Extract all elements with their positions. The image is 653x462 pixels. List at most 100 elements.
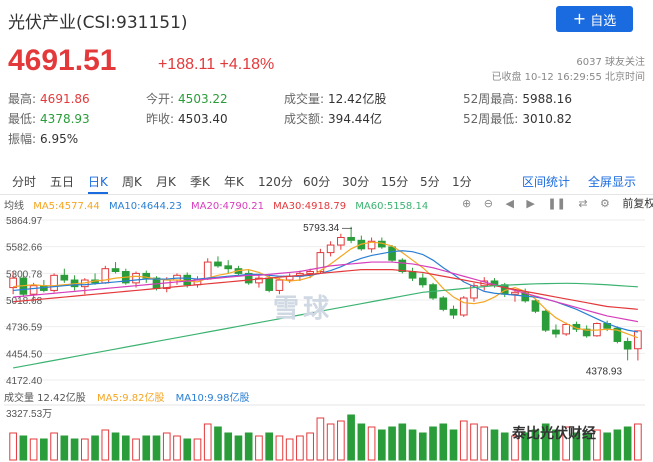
- pan-left-icon[interactable]: ◀: [505, 197, 513, 210]
- volume-bar: [449, 429, 458, 461]
- volume-bar: [603, 432, 611, 461]
- volume-bar: [173, 435, 181, 461]
- volume-legend: 成交量 12.42亿股 MA5:9.82亿股 MA10:9.98亿股: [4, 389, 257, 404]
- page-title: 光伏产业(CSI:931151): [8, 13, 188, 33]
- volume-bar: [398, 423, 407, 461]
- candle-body: [541, 310, 550, 331]
- volume-bar: [214, 426, 222, 461]
- w52-high-value: 5988.16: [522, 92, 572, 106]
- volume-bar: [183, 438, 192, 461]
- zoom-out-icon[interactable]: ⊖: [484, 197, 493, 210]
- volume-bar: [29, 438, 38, 461]
- range-stats-link[interactable]: 区间统计: [522, 173, 570, 190]
- tab-30min[interactable]: 30分: [342, 173, 369, 190]
- volume-bar: [337, 420, 345, 461]
- volume-bar: [193, 438, 202, 461]
- candle-body: [388, 246, 396, 261]
- candle-body: [60, 274, 69, 281]
- peak-label: 5793.34 —: [303, 223, 352, 234]
- adjust-button[interactable]: 前复权: [622, 197, 653, 210]
- chart-toolbar: ⊕ ⊖ ◀ ▶ ❚❚ ⇄ ⚙ 前复权: [462, 195, 653, 211]
- volume-bar: [19, 435, 28, 461]
- volume-bar: [265, 432, 273, 461]
- add-watchlist-button[interactable]: + 自选: [556, 6, 633, 32]
- candle-body: [29, 285, 38, 295]
- vol-ma10-value: MA10:9.98亿股: [175, 393, 250, 404]
- volume-bar: [50, 432, 58, 461]
- candle-body: [552, 329, 560, 335]
- candle-body: [132, 272, 140, 284]
- fullscreen-link[interactable]: 全屏显示: [588, 173, 636, 190]
- tab-monthly-k[interactable]: 月K: [156, 173, 176, 190]
- candle-body: [265, 277, 273, 291]
- volume-bar: [408, 429, 417, 461]
- volume-bar: [367, 426, 376, 461]
- tab-15min[interactable]: 15分: [381, 173, 408, 190]
- volume-bar: [459, 420, 468, 461]
- candle-body: [306, 271, 314, 274]
- volume-bar: [316, 417, 325, 461]
- trough-label: 4378.93: [586, 366, 623, 377]
- w52-low-label: 52周最低:: [463, 112, 519, 126]
- settings-icon[interactable]: ⚙: [600, 197, 610, 210]
- tab-weekly-k[interactable]: 周K: [122, 173, 142, 190]
- candle-body: [459, 297, 468, 316]
- tab-daily-k[interactable]: 日K: [88, 173, 108, 194]
- volume-bar: [285, 438, 294, 461]
- prev-close-label: 昨收:: [146, 112, 175, 126]
- candle-body: [418, 277, 427, 286]
- candle-body: [439, 297, 448, 310]
- volume-bar: [347, 414, 355, 461]
- volume-bar: [357, 423, 366, 461]
- volume-bar: [121, 435, 130, 461]
- pan-right-icon[interactable]: ▶: [526, 197, 534, 210]
- watermark-logo: 雪球: [273, 294, 334, 324]
- volume-bar: [634, 423, 642, 461]
- volume-label: 成交量:: [284, 92, 325, 106]
- volume-bar: [500, 432, 509, 461]
- pause-icon[interactable]: ❚❚: [547, 197, 565, 210]
- tab-quarterly-k[interactable]: 季K: [190, 173, 210, 190]
- volume-bar: [378, 429, 386, 461]
- tab-60min[interactable]: 60分: [303, 173, 330, 190]
- volume-bar: [111, 432, 120, 461]
- price-change: +188.11 +4.18%: [158, 56, 275, 73]
- candle-body: [183, 274, 192, 286]
- volume-bar: [490, 429, 499, 461]
- high-label: 最高:: [8, 92, 37, 106]
- followers-count: 6037 球友关注: [576, 57, 645, 68]
- high-value: 4691.86: [40, 92, 90, 106]
- tab-yearly-k[interactable]: 年K: [224, 173, 244, 190]
- open-value: 4503.22: [178, 92, 228, 106]
- volume-bar: [613, 429, 622, 461]
- volume-bar: [162, 432, 171, 461]
- volume-bar: [275, 435, 284, 461]
- zoom-in-icon[interactable]: ⊕: [462, 197, 471, 210]
- tab-intraday[interactable]: 分时: [12, 173, 36, 190]
- tab-5min[interactable]: 5分: [420, 173, 440, 190]
- candle-body: [408, 271, 417, 279]
- amount-label: 成交额:: [284, 112, 325, 126]
- y-tick-label: 5582.66: [6, 243, 43, 254]
- volume-bar: [306, 432, 314, 461]
- volume-bar: [234, 435, 243, 461]
- candle-body: [347, 236, 355, 241]
- volume-bar: [9, 432, 17, 461]
- current-price: 4691.51: [8, 44, 117, 77]
- volume-bar: [255, 435, 263, 461]
- volume-bar: [388, 426, 396, 461]
- tab-5day[interactable]: 五日: [50, 173, 74, 190]
- candle-body: [224, 265, 233, 270]
- volume-bar: [60, 435, 69, 461]
- candle-body: [634, 330, 642, 350]
- volume-bar: [132, 438, 140, 461]
- volume-bar: [80, 438, 89, 461]
- candle-body: [337, 236, 345, 246]
- tab-120min[interactable]: 120分: [258, 173, 293, 190]
- candle-body: [449, 308, 458, 316]
- swap-icon[interactable]: ⇄: [578, 197, 587, 210]
- volume-bar: [480, 426, 489, 461]
- tab-1min[interactable]: 1分: [452, 173, 472, 190]
- volume-bar: [70, 438, 79, 461]
- open-label: 今开:: [146, 92, 175, 106]
